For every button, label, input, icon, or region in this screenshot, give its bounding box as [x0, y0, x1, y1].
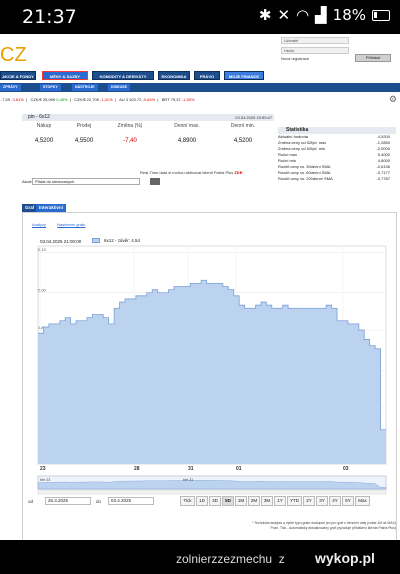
bluetooth-icon: ✱ — [258, 6, 272, 24]
navigator-label: bře 23 — [40, 478, 50, 482]
range-button[interactable]: 5D — [222, 496, 234, 506]
x-tick-label: 03 — [343, 466, 349, 472]
range-selector: od 26.3.2025 do 03.4.2025 Tick 1D 3D 5D 1M 2M… — [0, 496, 400, 508]
range-button[interactable]: 3D — [209, 496, 221, 506]
watermark-user: zolnierzzezmechu z — [176, 552, 285, 566]
range-button[interactable]: Max — [355, 496, 370, 506]
range-button[interactable]: 5Y — [342, 496, 354, 506]
battery-text: 18% — [332, 6, 366, 24]
price-chart[interactable]: 5,135,004,884,754,634,502328310103bře 23… — [0, 34, 400, 540]
range-to-input[interactable]: 03.4.2025 — [108, 497, 154, 505]
web-page: CZ Uživatel Heslo Nová registrace Přihlá… — [0, 34, 400, 540]
wifi-icon: ◠ — [296, 6, 310, 24]
range-button[interactable]: 3M — [261, 496, 273, 506]
range-from-input[interactable]: 26.3.2025 — [45, 497, 91, 505]
navigator-label: bře 31 — [183, 478, 193, 482]
x-tick-label: 23 — [40, 466, 46, 472]
status-time: 21:37 — [22, 6, 77, 28]
x-tick-label: 01 — [236, 466, 242, 472]
range-to-label: do — [96, 499, 102, 504]
range-button[interactable]: 2Y — [303, 496, 315, 506]
watermark-bar: zolnierzzezmechu z wykop.pl — [0, 540, 400, 574]
range-button[interactable]: 1M — [235, 496, 247, 506]
range-button[interactable]: 1Y — [274, 496, 286, 506]
wykop-logo: wykop.pl — [315, 550, 375, 566]
navigator-scrollbar — [37, 489, 387, 495]
signal-icon: ▟ — [315, 6, 327, 24]
status-icons: ✱ ✕ ◠ ▟ 18% — [259, 6, 390, 24]
status-bar: 21:37 ✱ ✕ ◠ ▟ 18% — [0, 0, 400, 34]
mute-icon: ✕ — [277, 6, 291, 24]
range-button[interactable]: 1D — [196, 496, 208, 506]
footnote-2: Pozn. Tick - Automaticky aktualizovaný g… — [270, 526, 396, 530]
battery-icon — [372, 9, 390, 21]
y-tick-label: 5,13 — [38, 247, 47, 252]
range-button[interactable]: 3Y — [316, 496, 328, 506]
range-button[interactable]: 2M — [248, 496, 260, 506]
range-button[interactable]: 4Y — [329, 496, 341, 506]
x-tick-label: 28 — [134, 466, 140, 472]
footnote-1: * Technická analýza a výběr typu grafu d… — [252, 521, 396, 525]
range-button[interactable]: YTD — [287, 496, 302, 506]
x-tick-label: 31 — [188, 466, 194, 472]
left-sidebar-fragment — [0, 105, 12, 540]
range-button[interactable]: Tick — [180, 496, 195, 506]
y-tick-label: 5,00 — [38, 288, 47, 293]
range-from-label: od — [28, 499, 34, 504]
